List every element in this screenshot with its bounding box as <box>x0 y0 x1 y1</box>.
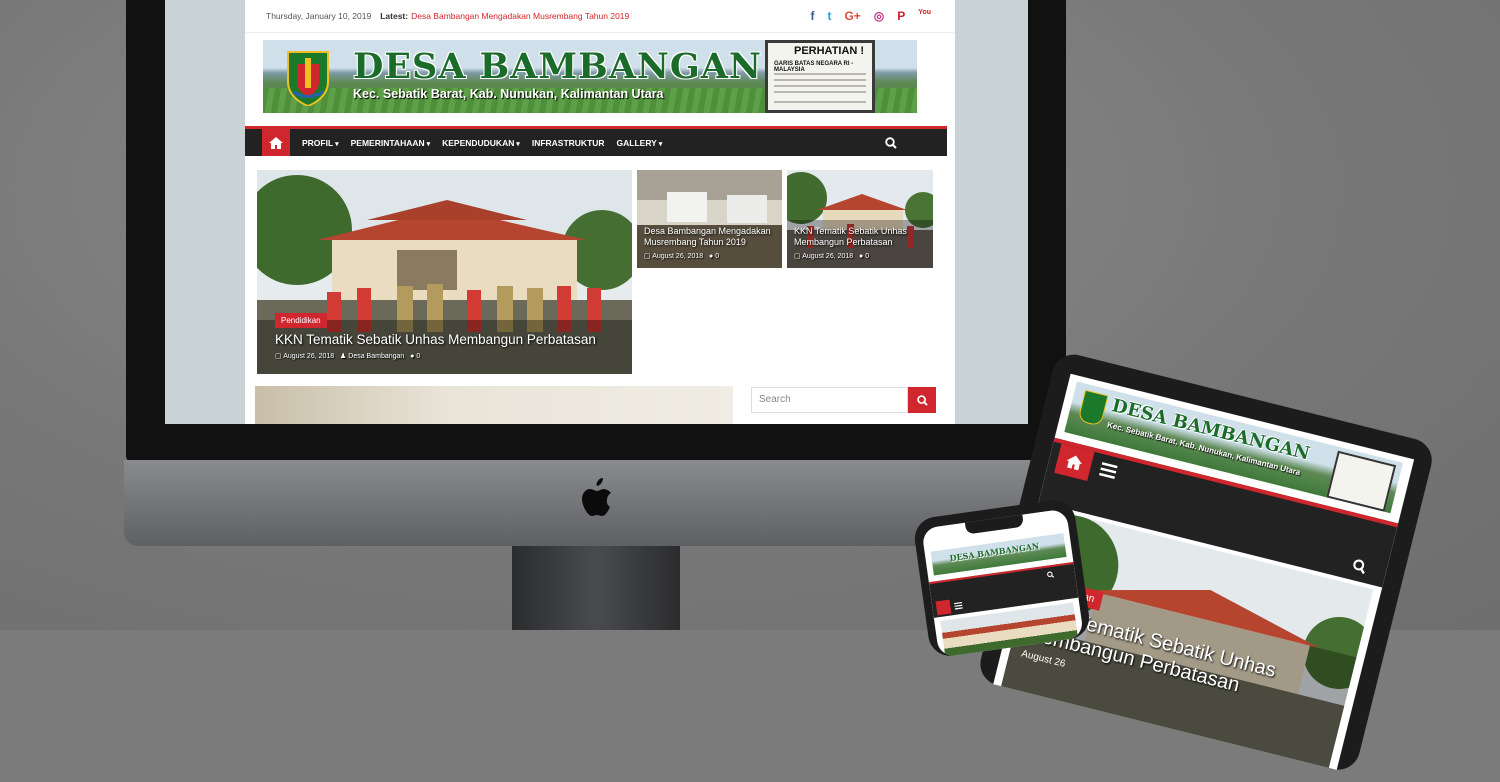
sidebar-search-input[interactable]: Search <box>751 387 908 413</box>
calendar-icon: ▢ <box>794 253 803 260</box>
youtube-icon[interactable]: You <box>918 9 931 23</box>
nav-item-kependudukan[interactable]: KEPENDUDUKAN ▾ <box>442 138 520 148</box>
apple-logo-icon <box>582 478 611 516</box>
phone-device: DESA BAMBANGAN <box>912 495 1110 659</box>
post-author[interactable]: Desa Bambangan <box>348 353 404 360</box>
nav-item-label: PEMERINTAHAAN <box>350 137 425 148</box>
border-sign: PERHATIAN ! GARIS BATAS NEGARA RI - MALA… <box>765 40 875 113</box>
chevron-down-icon: ▾ <box>333 140 339 148</box>
post-date[interactable]: August 26, 2018 <box>652 253 703 260</box>
post-comments[interactable]: 0 <box>865 253 869 260</box>
home-button[interactable] <box>262 129 290 156</box>
featured-main-title[interactable]: KKN Tematik Sebatik Unhas Membangun Perb… <box>275 332 596 347</box>
sign-text: GARIS BATAS NEGARA RI - MALAYSIA <box>774 61 854 73</box>
chevron-down-icon: ▾ <box>424 140 431 148</box>
chevron-down-icon: ▾ <box>656 140 663 148</box>
nav-item-pemerintahaan[interactable]: PEMERINTAHAAN ▾ <box>351 138 430 148</box>
featured-post-main[interactable]: Pendidikan KKN Tematik Sebatik Unhas Mem… <box>257 170 632 374</box>
banner-title: DESA BAMBANGAN <box>353 46 762 87</box>
post-comments[interactable]: 0 <box>416 353 420 360</box>
featured-main-meta: ▢ August 26, 2018 ♟ Desa Bambangan ● 0 <box>275 352 420 360</box>
sidebar-search-button[interactable] <box>908 387 936 413</box>
category-badge[interactable]: Pendidikan <box>275 313 327 328</box>
pinterest-icon[interactable]: P <box>897 9 905 23</box>
post-comments[interactable]: 0 <box>715 253 719 260</box>
regency-crest-icon <box>287 51 329 106</box>
nav-item-infrastruktur[interactable]: INFRASTRUKTUR <box>532 138 605 148</box>
home-icon <box>1066 455 1083 471</box>
instagram-icon[interactable]: ◎ <box>874 9 884 23</box>
hamburger-menu-icon[interactable] <box>1098 462 1118 479</box>
home-icon <box>269 136 283 149</box>
hamburger-menu-icon[interactable] <box>953 601 963 610</box>
featured-side-2-meta: ▢ August 26, 2018 ● 0 <box>794 252 869 260</box>
current-date: Thursday, January 10, 2019 <box>266 11 372 21</box>
phone-screen: DESA BAMBANGAN <box>921 508 1084 658</box>
banner-subtitle: Kec. Sebatik Barat, Kab. Nunukan, Kalima… <box>353 87 664 101</box>
phone-banner-title: DESA BAMBANGAN <box>948 540 1040 564</box>
website: Thursday, January 10, 2019 Latest: Desa … <box>245 0 955 424</box>
top-bar: Thursday, January 10, 2019 Latest: Desa … <box>245 0 955 33</box>
nav-item-label: INFRASTRUKTUR <box>531 137 605 148</box>
home-button[interactable] <box>935 599 952 616</box>
search-icon[interactable] <box>885 136 897 149</box>
social-links: f t G+ ◎ P You <box>810 9 931 23</box>
post-date[interactable]: August 26, 2018 <box>802 253 853 260</box>
crest-icon <box>1077 389 1109 427</box>
sign-title: PERHATIAN ! <box>794 45 865 57</box>
post-date[interactable]: August 26, 2018 <box>283 353 334 360</box>
featured-post-side-1[interactable]: Desa Bambangan Mengadakan Musrembang Tah… <box>637 170 782 268</box>
nav-item-profil[interactable]: PROFIL ▾ <box>302 138 339 148</box>
calendar-icon: ▢ <box>275 353 284 360</box>
imac-screen: Thursday, January 10, 2019 Latest: Desa … <box>165 0 1028 424</box>
calendar-icon: ▢ <box>644 253 653 260</box>
main-navigation: PROFIL ▾ PEMERINTAHAAN ▾ KEPENDUDUKAN ▾ INF… <box>245 126 947 156</box>
nav-item-gallery[interactable]: GALLERY ▾ <box>617 138 663 148</box>
search-icon[interactable] <box>1351 558 1368 575</box>
facebook-icon[interactable]: f <box>810 9 814 23</box>
chevron-down-icon: ▾ <box>514 140 520 148</box>
search-icon <box>916 394 928 406</box>
nav-item-label: GALLERY <box>616 137 657 148</box>
nav-item-label: KEPENDUDUKAN <box>442 137 515 148</box>
latest-label: Latest: <box>380 11 409 21</box>
featured-side-1-meta: ▢ August 26, 2018 ● 0 <box>644 252 719 260</box>
imac-stand <box>512 546 680 630</box>
featured-side-2-title[interactable]: KKN Tematik Sebatik Unhas Membangun Perb… <box>794 226 929 248</box>
nav-item-label: PROFIL <box>302 137 334 148</box>
search-icon[interactable] <box>1047 571 1055 579</box>
latest-news-link[interactable]: Desa Bambangan Mengadakan Musrembang Tah… <box>411 11 629 21</box>
nav-menu: PROFIL ▾ PEMERINTAHAAN ▾ KEPENDUDUKAN ▾ INF… <box>290 138 662 148</box>
google-plus-icon[interactable]: G+ <box>844 9 860 23</box>
featured-side-1-title[interactable]: Desa Bambangan Mengadakan Musrembang Tah… <box>644 226 779 248</box>
home-button[interactable] <box>1054 443 1095 481</box>
tablet-sign <box>1326 450 1397 512</box>
header-banner[interactable]: DESA BAMBANGAN Kec. Sebatik Barat, Kab. … <box>263 40 917 113</box>
featured-post-side-2[interactable]: KKN Tematik Sebatik Unhas Membangun Perb… <box>787 170 933 268</box>
twitter-icon[interactable]: t <box>827 9 831 23</box>
post-thumbnail[interactable] <box>255 386 733 424</box>
